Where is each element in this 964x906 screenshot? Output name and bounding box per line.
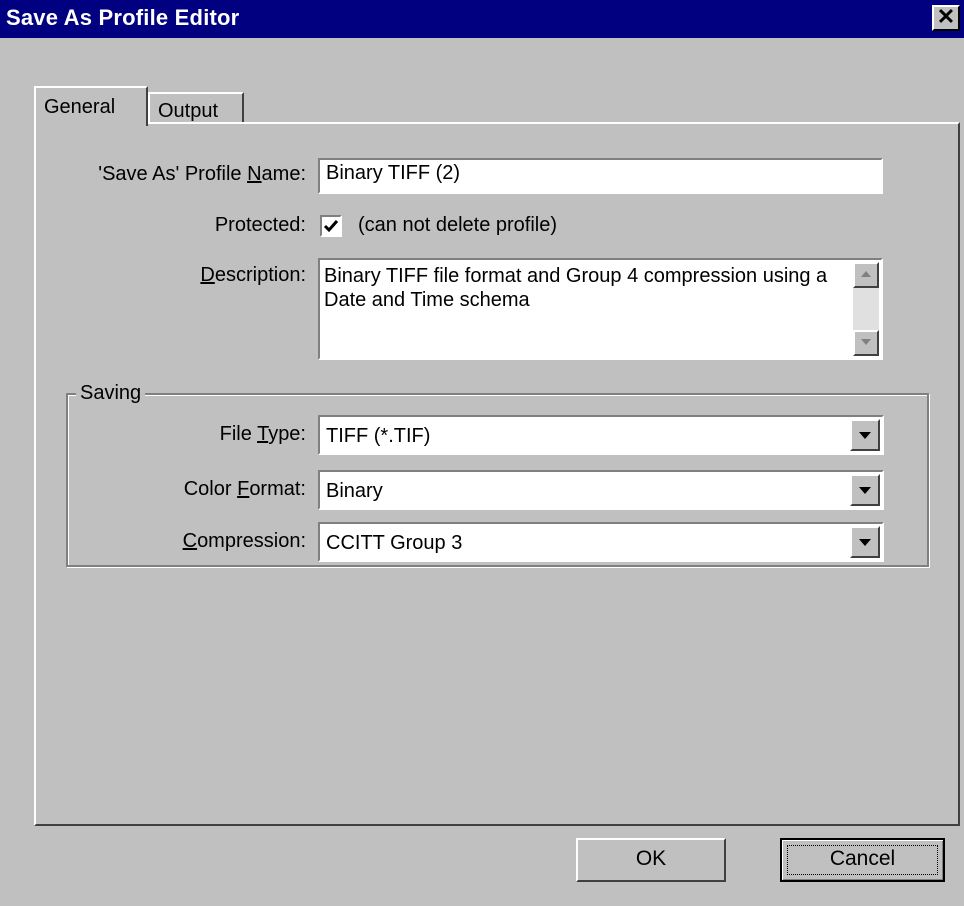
tab-general[interactable]: General [34, 86, 148, 126]
description-scrollbar[interactable] [853, 262, 879, 356]
file-type-value: TIFF (*.TIF) [326, 425, 431, 447]
triangle-down-icon [859, 487, 871, 494]
description-value: Binary TIFF file format and Group 4 comp… [324, 265, 828, 311]
triangle-up-icon [861, 271, 871, 277]
cancel-button[interactable]: Cancel [780, 838, 945, 882]
compression-dropdown-button[interactable] [850, 526, 880, 558]
tab-output[interactable]: Output [148, 92, 244, 124]
color-format-select[interactable]: Binary [318, 470, 884, 510]
color-format-value: Binary [326, 480, 383, 502]
file-type-dropdown-button[interactable] [850, 419, 880, 451]
tab-general-label: General [44, 96, 116, 118]
profile-name-value: Binary TIFF (2) [326, 162, 461, 184]
description-label: Description: [200, 264, 306, 286]
saving-group-label: Saving [76, 382, 146, 405]
compression-select[interactable]: CCITT Group 3 [318, 522, 884, 562]
protected-label: Protected: [214, 214, 306, 236]
title-bar: Save As Profile Editor ✕ [0, 0, 964, 38]
protected-note: (can not delete profile) [358, 214, 558, 236]
protected-checkbox[interactable] [320, 215, 342, 237]
color-format-dropdown-button[interactable] [850, 474, 880, 506]
compression-value: CCITT Group 3 [326, 532, 463, 554]
file-type-label: File Type: [219, 423, 306, 445]
checkmark-icon [323, 220, 339, 233]
ok-button[interactable]: OK [576, 838, 726, 882]
profile-name-label: 'Save As' Profile Name: [98, 163, 306, 185]
window-title: Save As Profile Editor [6, 5, 240, 30]
description-textarea[interactable]: Binary TIFF file format and Group 4 comp… [318, 258, 883, 360]
color-format-label: Color Format: [183, 478, 306, 500]
scroll-down-button[interactable] [853, 330, 879, 356]
tab-output-label: Output [158, 100, 219, 122]
close-icon: ✕ [936, 4, 956, 29]
triangle-down-icon [861, 339, 871, 345]
file-type-select[interactable]: TIFF (*.TIF) [318, 415, 884, 455]
scroll-up-button[interactable] [853, 262, 879, 288]
compression-label: Compression: [182, 530, 306, 552]
triangle-down-icon [859, 432, 871, 439]
triangle-down-icon [859, 539, 871, 546]
close-button[interactable]: ✕ [932, 5, 960, 31]
profile-name-input[interactable]: Binary TIFF (2) [318, 158, 883, 194]
focus-rect [787, 845, 938, 875]
